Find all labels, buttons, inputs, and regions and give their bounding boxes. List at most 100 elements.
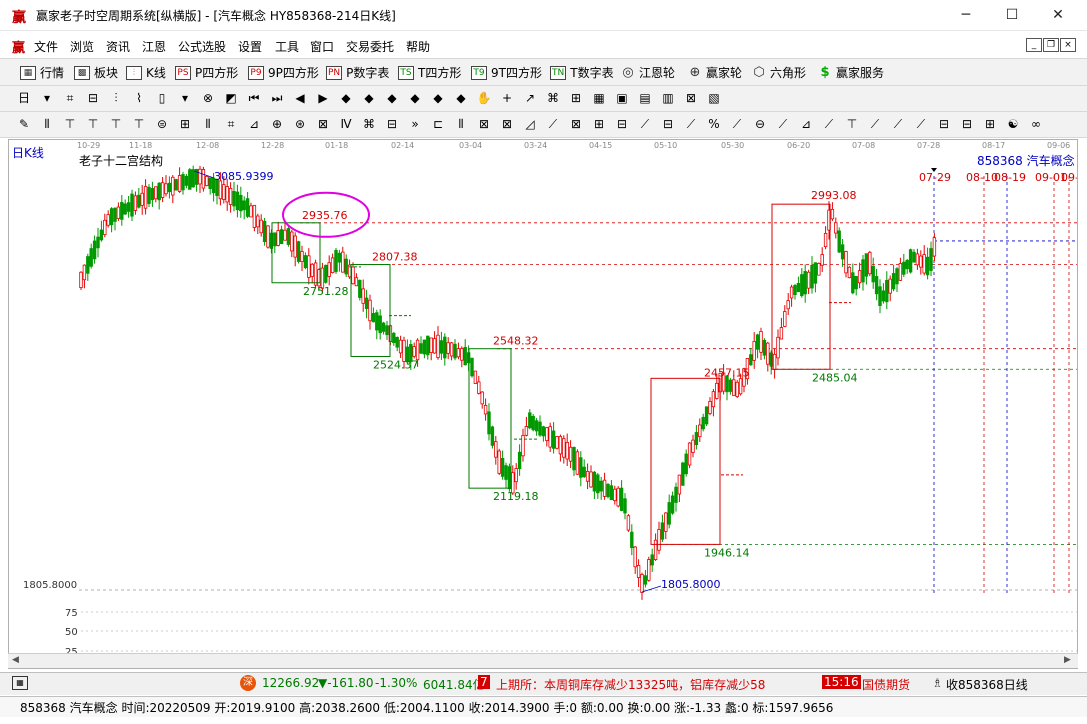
toolbar2-tool-icon[interactable]: 日 [16, 90, 32, 106]
toolbar3-tool-icon[interactable]: ⊟ [660, 116, 676, 132]
toolbar2-tool-icon[interactable]: ▦ [591, 90, 607, 106]
toolbar3-tool-icon[interactable]: ∞ [1028, 116, 1044, 132]
toolbar3-tool-icon[interactable]: ⊞ [591, 116, 607, 132]
toolbar2-tool-icon[interactable]: ⌘ [545, 90, 561, 106]
t-number-table-button[interactable]: TN T数字表 [550, 64, 614, 81]
toolbar3-tool-icon[interactable]: ⊟ [614, 116, 630, 132]
toolbar2-tool-icon[interactable]: ✋ [476, 90, 492, 106]
chart-scrollbar[interactable]: ◀ ▶ [8, 653, 1078, 668]
toolbar2-tool-icon[interactable]: ▾ [177, 90, 193, 106]
toolbar2-tool-icon[interactable]: ◆ [361, 90, 377, 106]
toolbar2-tool-icon[interactable]: ▥ [660, 90, 676, 106]
minimize-button[interactable]: ─ [943, 0, 989, 30]
toolbar2-tool-icon[interactable]: ⫶ [108, 90, 124, 106]
toolbar3-tool-icon[interactable]: ⟋ [637, 116, 653, 132]
toolbar3-tool-icon[interactable]: ☯ [1005, 116, 1021, 132]
toolbar3-tool-icon[interactable]: % [706, 116, 722, 132]
period-label[interactable]: 日K线 [12, 144, 44, 161]
news-ticker-2[interactable]: 国债期货 [862, 676, 910, 693]
toolbar2-tool-icon[interactable]: ▶ [315, 90, 331, 106]
toolbar2-tool-icon[interactable]: ◩ [223, 90, 239, 106]
toolbar3-tool-icon[interactable]: ⌘ [361, 116, 377, 132]
toolbar2-tool-icon[interactable]: ⏮ [246, 90, 262, 106]
toolbar3-tool-icon[interactable]: » [407, 116, 423, 132]
toolbar2-tool-icon[interactable]: ⊞ [568, 90, 584, 106]
toolbar2-tool-icon[interactable]: + [499, 90, 515, 106]
winner-service-button[interactable]: $ 赢家服务 [818, 64, 884, 81]
p-number-table-button[interactable]: PN P数字表 [326, 64, 389, 81]
toolbar3-tool-icon[interactable]: ⫴ [200, 116, 216, 132]
toolbar2-tool-icon[interactable]: ⌗ [62, 90, 78, 106]
menu-file[interactable]: 文件 [34, 38, 58, 55]
9t-square-button[interactable]: T9 9T四方形 [471, 64, 542, 81]
mdi-minimize-button[interactable]: _ [1026, 38, 1042, 52]
toolbar2-tool-icon[interactable]: ⊠ [683, 90, 699, 106]
toolbar3-tool-icon[interactable]: ⟋ [729, 116, 745, 132]
toolbar3-tool-icon[interactable]: ⊠ [315, 116, 331, 132]
toolbar2-tool-icon[interactable]: ▧ [706, 90, 722, 106]
toolbar3-tool-icon[interactable]: ⊠ [499, 116, 515, 132]
toolbar3-tool-icon[interactable]: ⟋ [545, 116, 561, 132]
toolbar3-tool-icon[interactable]: ⊞ [177, 116, 193, 132]
9p-square-button[interactable]: P9 9P四方形 [248, 64, 319, 81]
toolbar2-tool-icon[interactable]: ⊗ [200, 90, 216, 106]
keyboard-icon[interactable]: ▦ [12, 676, 28, 690]
chart-area[interactable]: 10-29 11-18 12-08 12-28 01-18 02-14 03-04 03-24… [8, 139, 1078, 669]
mdi-close-button[interactable]: × [1060, 38, 1076, 52]
news-ticker[interactable]: 上期所：本周铜库存减少13325吨，铝库存减少58 [496, 676, 765, 693]
alert-icon[interactable]: ♗ [932, 676, 943, 690]
toolbar3-tool-icon[interactable]: ⟋ [683, 116, 699, 132]
hexagon-button[interactable]: ⬡ 六角形 [752, 64, 806, 81]
toolbar3-tool-icon[interactable]: ⟋ [867, 116, 883, 132]
toolbar3-tool-icon[interactable]: ⊤ [62, 116, 78, 132]
toolbar2-tool-icon[interactable]: ◆ [407, 90, 423, 106]
toolbar3-tool-icon[interactable]: ⊞ [982, 116, 998, 132]
toolbar3-tool-icon[interactable]: ⊠ [568, 116, 584, 132]
gann-wheel-button[interactable]: ◎ 江恩轮 [621, 64, 675, 81]
toolbar3-tool-icon[interactable]: ⊤ [844, 116, 860, 132]
menu-help[interactable]: 帮助 [406, 38, 430, 55]
toolbar3-tool-icon[interactable]: ⟋ [913, 116, 929, 132]
menu-gann[interactable]: 江恩 [142, 38, 166, 55]
menu-window[interactable]: 窗口 [310, 38, 334, 55]
toolbar3-tool-icon[interactable]: ⊤ [108, 116, 124, 132]
toolbar2-tool-icon[interactable]: ◀ [292, 90, 308, 106]
toolbar2-tool-icon[interactable]: ◆ [384, 90, 400, 106]
quote-button[interactable]: ▦ 行情 [20, 64, 64, 81]
toolbar3-tool-icon[interactable]: Ⅳ [338, 116, 354, 132]
scroll-right-icon[interactable]: ▶ [1064, 655, 1071, 665]
kline-button[interactable]: ⫶ K线 [126, 64, 166, 81]
menu-tools[interactable]: 工具 [275, 38, 299, 55]
p-square-button[interactable]: PS P四方形 [175, 64, 238, 81]
menu-formula[interactable]: 公式选股 [178, 38, 226, 55]
toolbar3-tool-icon[interactable]: ⟋ [821, 116, 837, 132]
menu-info[interactable]: 资讯 [106, 38, 130, 55]
toolbar3-tool-icon[interactable]: ⫴ [453, 116, 469, 132]
toolbar2-tool-icon[interactable]: ▣ [614, 90, 630, 106]
toolbar3-tool-icon[interactable]: ⊠ [476, 116, 492, 132]
toolbar3-tool-icon[interactable]: ⊖ [752, 116, 768, 132]
maximize-button[interactable]: ☐ [989, 0, 1035, 30]
toolbar3-tool-icon[interactable]: ✎ [16, 116, 32, 132]
toolbar3-tool-icon[interactable]: ⊟ [959, 116, 975, 132]
toolbar3-tool-icon[interactable]: ⊟ [384, 116, 400, 132]
toolbar3-tool-icon[interactable]: ⊤ [131, 116, 147, 132]
toolbar3-tool-icon[interactable]: ⊤ [85, 116, 101, 132]
toolbar2-tool-icon[interactable]: ▤ [637, 90, 653, 106]
menu-trade[interactable]: 交易委托 [346, 38, 394, 55]
sector-button[interactable]: ▩ 板块 [74, 64, 118, 81]
toolbar2-tool-icon[interactable]: ⊟ [85, 90, 101, 106]
menu-settings[interactable]: 设置 [238, 38, 262, 55]
menu-browse[interactable]: 浏览 [70, 38, 94, 55]
scroll-left-icon[interactable]: ◀ [12, 655, 19, 665]
toolbar3-tool-icon[interactable]: ⊜ [154, 116, 170, 132]
toolbar2-tool-icon[interactable]: ◆ [453, 90, 469, 106]
t-square-button[interactable]: TS T四方形 [398, 64, 461, 81]
toolbar3-tool-icon[interactable]: ⟋ [775, 116, 791, 132]
toolbar2-tool-icon[interactable]: ◆ [338, 90, 354, 106]
toolbar3-tool-icon[interactable]: ⊿ [798, 116, 814, 132]
toolbar3-tool-icon[interactable]: ⫴ [39, 116, 55, 132]
toolbar2-tool-icon[interactable]: ⌇ [131, 90, 147, 106]
toolbar3-tool-icon[interactable]: ⊕ [269, 116, 285, 132]
toolbar3-tool-icon[interactable]: ◿ [522, 116, 538, 132]
